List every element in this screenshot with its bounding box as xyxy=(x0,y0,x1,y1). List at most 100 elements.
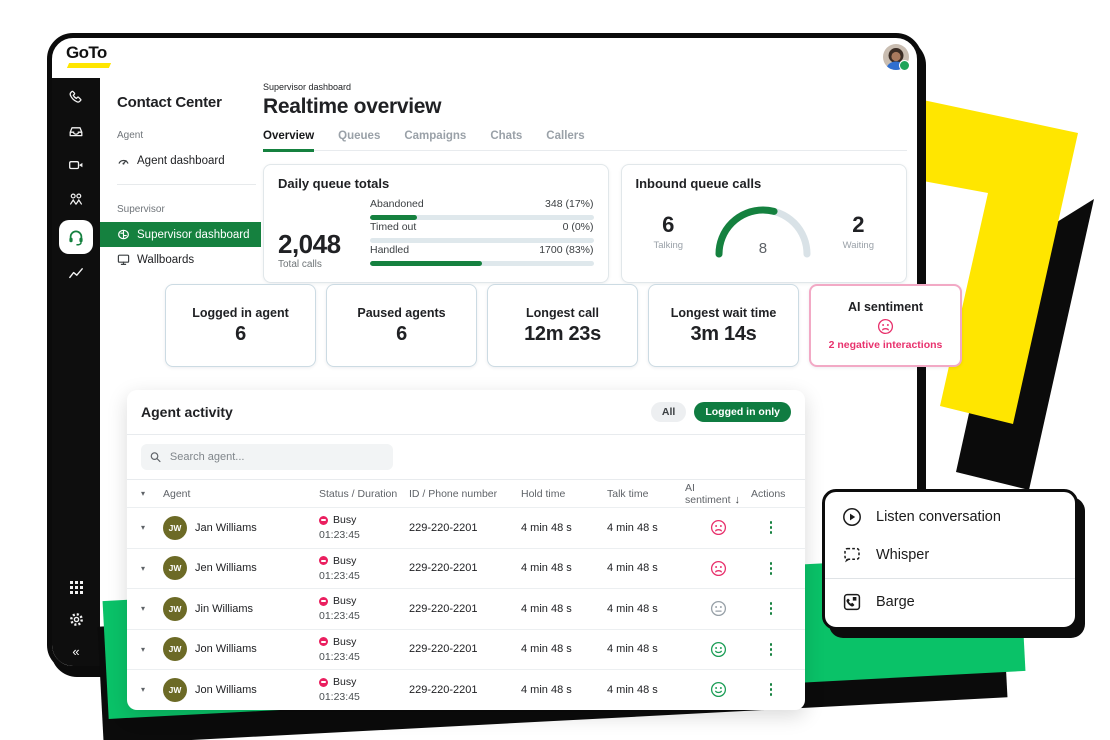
expand-all-caret[interactable]: ▾ xyxy=(141,489,163,498)
inbox-icon[interactable] xyxy=(67,122,85,140)
sentiment-face-icon xyxy=(710,681,727,698)
busy-status-icon xyxy=(319,637,328,646)
phone-number: 229-220-2201 xyxy=(409,603,521,615)
tab-overview[interactable]: Overview xyxy=(263,130,314,152)
analytics-icon[interactable] xyxy=(67,264,85,282)
phone-number: 229-220-2201 xyxy=(409,684,521,696)
expand-row-caret[interactable]: ▾ xyxy=(141,564,163,573)
contact-center-headset-icon[interactable] xyxy=(59,220,93,254)
page-title: Realtime overview xyxy=(263,95,907,119)
search-icon xyxy=(150,451,161,463)
collapse-sidebar-icon[interactable]: « xyxy=(67,642,85,660)
hold-time: 4 min 48 s xyxy=(521,522,607,534)
goto-logo: GoTo xyxy=(66,44,110,68)
col-hold-time[interactable]: Hold time xyxy=(521,488,607,500)
agent-table-row[interactable]: ▾ JW Jon Williams Busy 01:23:45 229-220-… xyxy=(127,669,805,710)
expand-row-caret[interactable]: ▾ xyxy=(141,604,163,613)
status-duration-cell: Busy 01:23:45 xyxy=(319,514,409,541)
user-avatar[interactable] xyxy=(883,44,909,70)
waiting-value: 2 xyxy=(843,212,874,238)
phone-number: 229-220-2201 xyxy=(409,643,521,655)
sentiment-face-icon xyxy=(710,600,727,617)
talk-time: 4 min 48 s xyxy=(607,643,685,655)
agent-table-row[interactable]: ▾ JW Jan Williams Busy 01:23:45 229-220-… xyxy=(127,507,805,548)
talking-label: Talking xyxy=(654,240,684,251)
expand-row-caret[interactable]: ▾ xyxy=(141,523,163,532)
progress-fill xyxy=(370,261,482,266)
breadcrumb: Supervisor dashboard xyxy=(263,82,907,92)
nav-section-agent: Agent xyxy=(117,130,261,141)
dashboard-icon xyxy=(117,228,130,241)
sentiment-face-icon xyxy=(710,560,727,577)
agent-name: Jon Williams xyxy=(195,684,257,696)
col-agent[interactable]: Agent xyxy=(163,488,319,500)
agents-icon[interactable] xyxy=(67,190,85,208)
presence-status-dot xyxy=(899,60,910,71)
total-calls-value: 2,048 xyxy=(278,231,350,257)
search-agent-input[interactable] xyxy=(168,450,384,464)
phone-icon[interactable] xyxy=(67,88,85,106)
nav-item-wallboards[interactable]: Wallboards xyxy=(100,247,261,272)
agent-table-row[interactable]: ▾ JW Jon Williams Busy 01:23:45 229-220-… xyxy=(127,629,805,670)
tab-queues[interactable]: Queues xyxy=(338,130,380,150)
menu-item-whisper[interactable]: Whisper xyxy=(825,536,1075,574)
row-actions-menu-button[interactable] xyxy=(767,680,776,699)
expand-row-caret[interactable]: ▾ xyxy=(141,645,163,654)
overview-cards-row: Daily queue totals 2,048 Total calls Aba… xyxy=(263,164,907,283)
nav-item-label: Wallboards xyxy=(137,254,194,266)
talking-value: 6 xyxy=(654,212,684,238)
talk-time: 4 min 48 s xyxy=(607,562,685,574)
tab-chats[interactable]: Chats xyxy=(490,130,522,150)
agent-name: Jon Williams xyxy=(195,643,257,655)
nav-item-label: Agent dashboard xyxy=(137,155,225,167)
status-duration-cell: Busy 01:23:45 xyxy=(319,676,409,703)
stat-card-longest-call: Longest call 12m 23s xyxy=(487,284,638,367)
agent-cell: JW Jan Williams xyxy=(163,516,319,540)
waiting-label: Waiting xyxy=(843,240,874,251)
hold-time: 4 min 48 s xyxy=(521,684,607,696)
row-actions-menu-button[interactable] xyxy=(767,640,776,659)
col-ai-sentiment[interactable]: AI sentiment↓ xyxy=(685,482,751,506)
total-calls-label: Total calls xyxy=(278,259,350,270)
agent-table-row[interactable]: ▾ JW Jin Williams Busy 01:23:45 229-220-… xyxy=(127,588,805,629)
agent-avatar: JW xyxy=(163,556,187,580)
video-meeting-icon[interactable] xyxy=(67,156,85,174)
row-actions-menu-button[interactable] xyxy=(767,599,776,618)
apps-grid-icon[interactable] xyxy=(67,578,85,596)
nav-item-agent-dashboard[interactable]: Agent dashboard xyxy=(100,148,261,173)
filter-logged-in-only-pill[interactable]: Logged in only xyxy=(694,402,791,422)
bar-label: Timed out xyxy=(370,221,416,233)
menu-divider xyxy=(825,578,1075,579)
expand-row-caret[interactable]: ▾ xyxy=(141,685,163,694)
row-actions-menu-button[interactable] xyxy=(767,518,776,537)
tab-campaigns[interactable]: Campaigns xyxy=(404,130,466,150)
status-label: Busy xyxy=(333,595,356,607)
stat-cards-row: Logged in agent 6 Paused agents 6 Longes… xyxy=(165,284,962,367)
nav-item-supervisor-dashboard[interactable]: Supervisor dashboard xyxy=(100,222,261,247)
menu-item-label: Barge xyxy=(876,594,915,610)
status-duration: 01:23:45 xyxy=(319,610,409,622)
col-id-phone[interactable]: ID / Phone number xyxy=(409,488,521,500)
gauge-icon xyxy=(117,154,130,167)
status-duration: 01:23:45 xyxy=(319,529,409,541)
agent-table-row[interactable]: ▾ JW Jen Williams Busy 01:23:45 229-220-… xyxy=(127,548,805,589)
menu-item-barge[interactable]: Barge xyxy=(825,583,1075,621)
filter-all-pill[interactable]: All xyxy=(651,402,686,422)
whisper-bubble-icon xyxy=(842,545,862,565)
row-actions-menu-button[interactable] xyxy=(767,559,776,578)
goto-logo-underline xyxy=(67,63,111,68)
waiting-kpi: 2 Waiting xyxy=(843,212,874,251)
status-duration: 01:23:45 xyxy=(319,570,409,582)
sort-descending-icon[interactable]: ↓ xyxy=(735,494,741,506)
stat-value: 6 xyxy=(396,323,407,346)
menu-item-listen-conversation[interactable]: Listen conversation xyxy=(825,498,1075,536)
tab-callers[interactable]: Callers xyxy=(546,130,584,150)
search-agent-box[interactable] xyxy=(141,444,393,470)
stat-value: 6 xyxy=(235,323,246,346)
col-status-duration[interactable]: Status / Duration xyxy=(319,488,409,500)
col-talk-time[interactable]: Talk time xyxy=(607,488,685,500)
settings-gear-icon[interactable] xyxy=(67,610,85,628)
agent-table-body: ▾ JW Jan Williams Busy 01:23:45 229-220-… xyxy=(127,507,805,710)
bar-value: 0 (0%) xyxy=(563,221,594,233)
yellow-seven-shadow-shape xyxy=(956,199,1094,490)
